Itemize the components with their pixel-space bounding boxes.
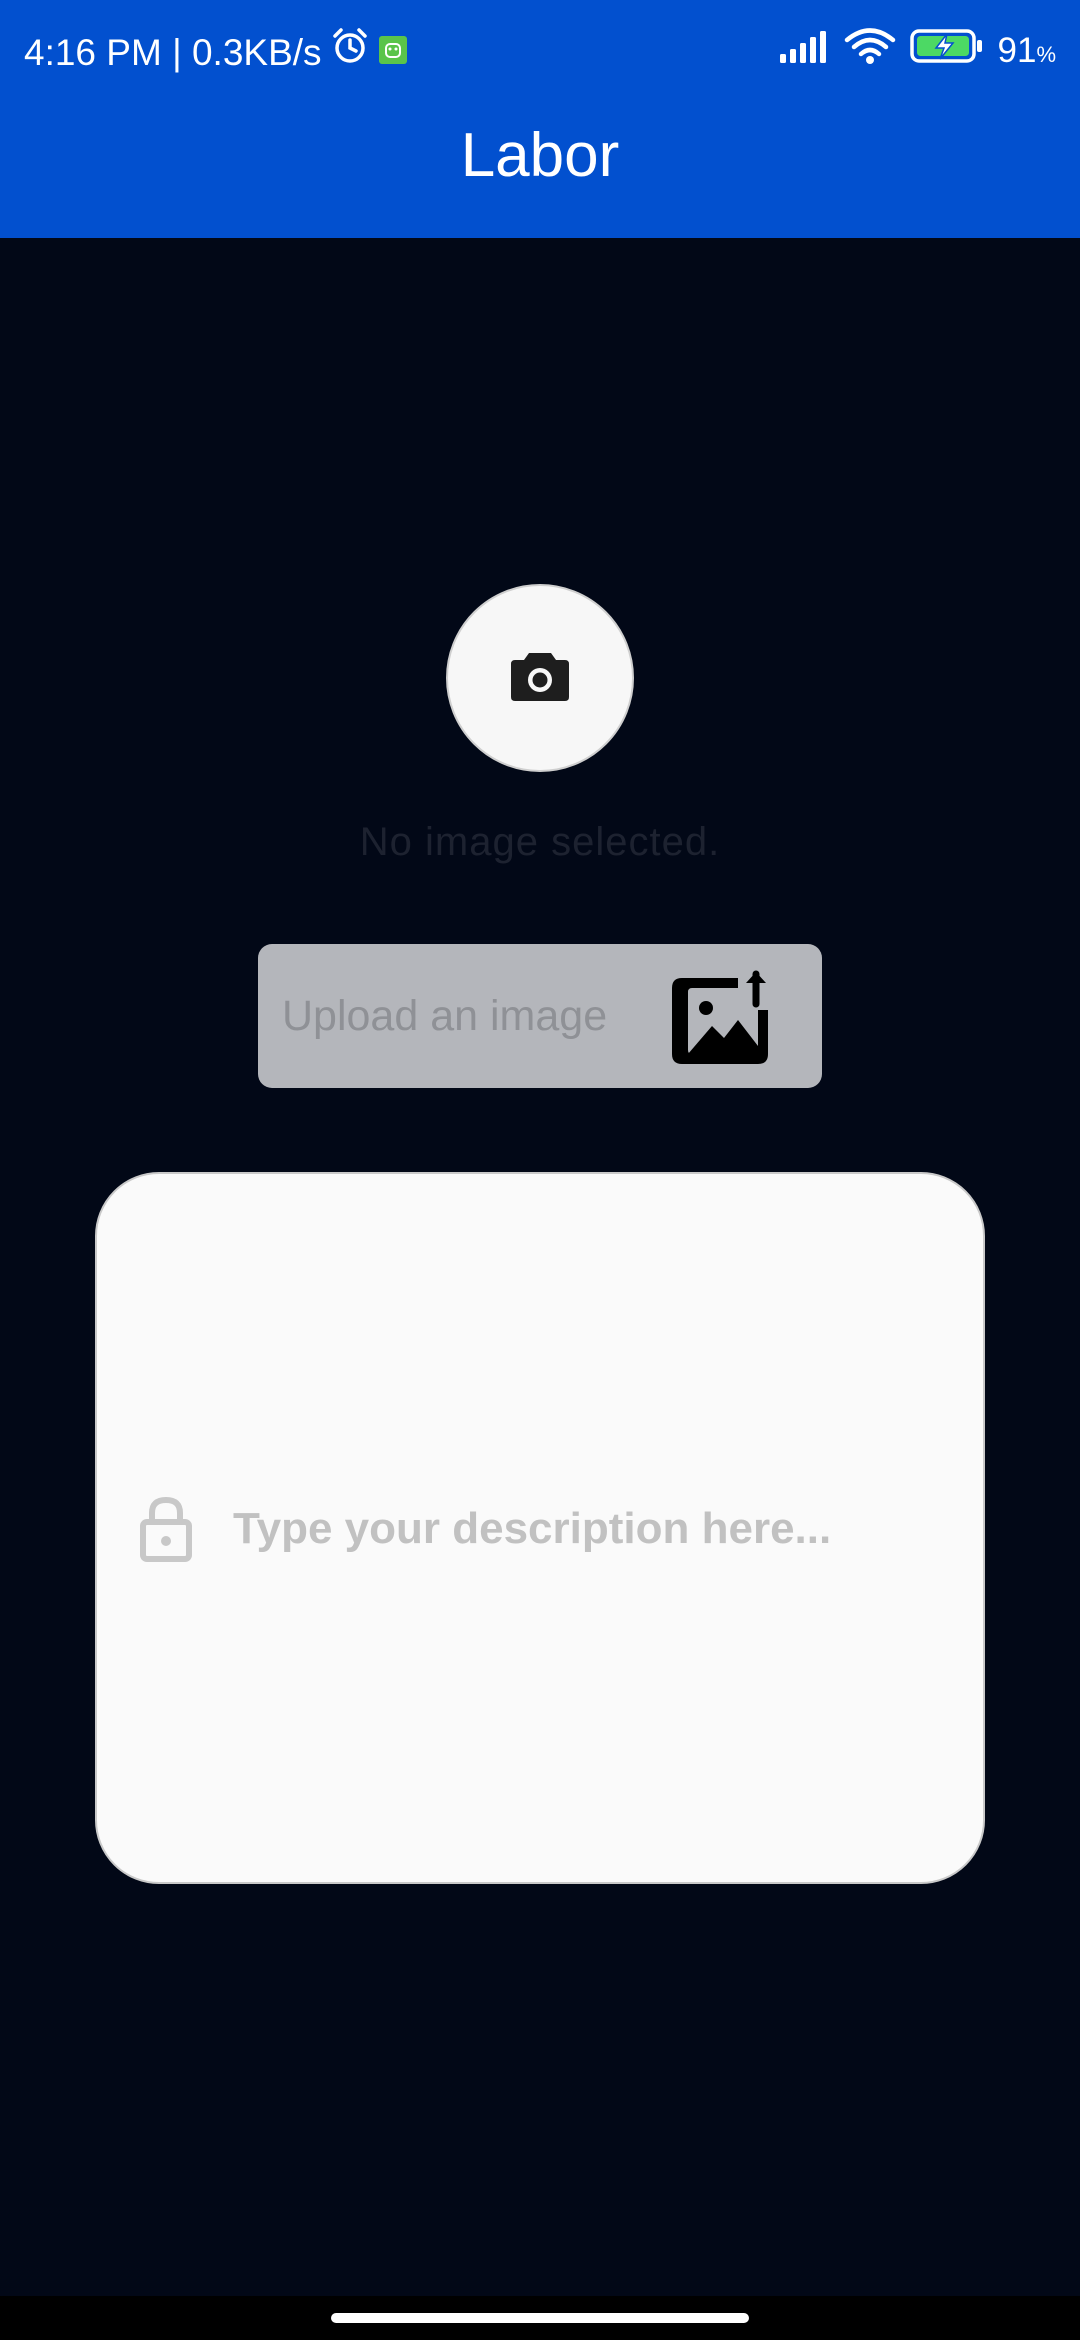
status-bar: 4:16 PM | 0.3KB/s 91% [0, 0, 1080, 100]
description-card [95, 1172, 985, 1884]
image-upload-icon [668, 968, 772, 1068]
status-time-speed: 4:16 PM | 0.3KB/s [24, 31, 322, 73]
camera-icon [509, 649, 571, 708]
wifi-icon [844, 27, 896, 79]
alarm-icon [330, 26, 370, 79]
upload-image-button[interactable]: Upload an image [258, 944, 822, 1088]
app-notification-icon [378, 28, 408, 78]
navigation-bar [0, 2296, 1080, 2340]
status-left: 4:16 PM | 0.3KB/s [24, 26, 408, 79]
battery-charging-icon [909, 28, 984, 78]
page-title: Labor [460, 121, 620, 190]
camera-button[interactable] [446, 584, 634, 772]
status-right: 91% [778, 26, 1057, 80]
app-header: 4:16 PM | 0.3KB/s 91% Labor [0, 0, 1080, 238]
description-input[interactable] [233, 1496, 933, 1562]
no-image-selected-text: No image selected. [359, 820, 721, 864]
upload-button-label: Upload an image [282, 992, 608, 1040]
lock-icon [139, 1496, 193, 1562]
signal-icon [778, 28, 830, 78]
battery-percent: 91% [997, 31, 1057, 70]
home-indicator[interactable] [331, 2313, 749, 2323]
